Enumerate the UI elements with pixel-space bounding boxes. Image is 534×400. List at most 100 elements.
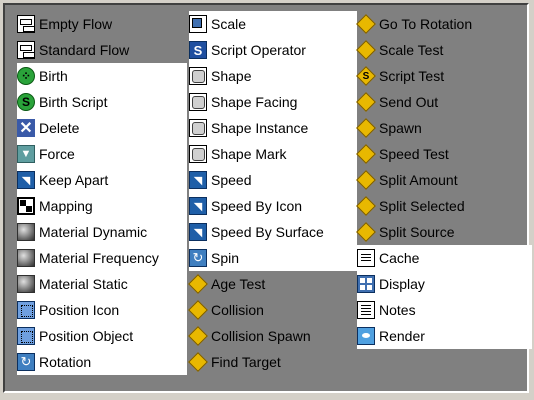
list-item-shape-facing[interactable]: Shape Facing bbox=[189, 89, 357, 115]
spin-icon: ↻ bbox=[189, 249, 207, 267]
list-item-delete[interactable]: ✕ Delete bbox=[17, 115, 187, 141]
list-item-label: Rotation bbox=[39, 354, 92, 370]
list-item-script-test[interactable]: S Script Test bbox=[356, 63, 532, 89]
list-item-label: Spawn bbox=[379, 120, 422, 136]
list-item-label: Shape Instance bbox=[211, 120, 309, 136]
list-item-split-amount[interactable]: Split Amount bbox=[356, 167, 532, 193]
speed-icon: ◥ bbox=[189, 171, 207, 189]
list-item-material-static[interactable]: Material Static bbox=[17, 271, 187, 297]
list-item-scale[interactable]: Scale bbox=[189, 11, 357, 37]
list-item-notes[interactable]: Notes bbox=[357, 297, 532, 323]
list-item-label: Send Out bbox=[379, 94, 439, 110]
list-item-speed[interactable]: ◥ Speed bbox=[189, 167, 357, 193]
spawn-icon bbox=[356, 118, 376, 138]
list-item-display[interactable]: Display bbox=[357, 271, 532, 297]
material-frequency-icon bbox=[17, 249, 35, 267]
column-2: Scale S Script Operator Shape Shape Facing Sh… bbox=[188, 11, 357, 375]
material-static-icon bbox=[17, 275, 35, 293]
list-item-label: Go To Rotation bbox=[379, 16, 473, 32]
list-item-speed-by-surface[interactable]: ◥ Speed By Surface bbox=[189, 219, 357, 245]
cache-icon bbox=[357, 249, 375, 267]
speed-test-icon bbox=[356, 144, 376, 164]
list-item-collision[interactable]: Collision bbox=[188, 297, 357, 323]
split-selected-icon bbox=[356, 196, 376, 216]
list-item-material-frequency[interactable]: Material Frequency bbox=[17, 245, 187, 271]
list-item-render[interactable]: Render bbox=[357, 323, 532, 349]
list-item-label: Age Test bbox=[211, 276, 266, 292]
list-item-birth[interactable]: ⁘ Birth bbox=[17, 63, 187, 89]
script-operator-icon: S bbox=[189, 41, 207, 59]
list-item-script-operator[interactable]: S Script Operator bbox=[189, 37, 357, 63]
list-item-collision-spawn[interactable]: Collision Spawn bbox=[188, 323, 357, 349]
list-item-scale-test[interactable]: Scale Test bbox=[356, 37, 532, 63]
list-item-label: Notes bbox=[379, 302, 416, 318]
list-item-empty-flow[interactable]: Empty Flow bbox=[17, 11, 187, 37]
column-3: Go To Rotation Scale Test S Script Test Send… bbox=[356, 11, 532, 349]
list-item-label: Material Frequency bbox=[39, 250, 159, 266]
speed-by-icon-icon: ◥ bbox=[189, 197, 207, 215]
mapping-icon bbox=[17, 197, 35, 215]
list-item-spawn[interactable]: Spawn bbox=[356, 115, 532, 141]
list-item-shape-instance[interactable]: Shape Instance bbox=[189, 115, 357, 141]
list-item-label: Spin bbox=[211, 250, 240, 266]
list-item-label: Speed By Surface bbox=[211, 224, 324, 240]
shape-icon bbox=[189, 67, 207, 85]
split-amount-icon bbox=[356, 170, 376, 190]
list-item-label: Script Test bbox=[379, 68, 445, 84]
list-item-label: Split Source bbox=[379, 224, 455, 240]
list-item-label: Material Dynamic bbox=[39, 224, 148, 240]
list-item-send-out[interactable]: Send Out bbox=[356, 89, 532, 115]
script-test-icon: S bbox=[356, 66, 376, 86]
notes-icon bbox=[357, 301, 375, 319]
list-item-spin[interactable]: ↻ Spin bbox=[189, 245, 357, 271]
list-item-go-to-rotation[interactable]: Go To Rotation bbox=[356, 11, 532, 37]
list-item-cache[interactable]: Cache bbox=[357, 245, 532, 271]
list-item-label: Split Amount bbox=[379, 172, 458, 188]
list-item-standard-flow[interactable]: Standard Flow bbox=[17, 37, 187, 63]
force-icon: ▼ bbox=[17, 145, 35, 163]
list-item-age-test[interactable]: Age Test bbox=[188, 271, 357, 297]
list-item-speed-test[interactable]: Speed Test bbox=[356, 141, 532, 167]
list-item-keep-apart[interactable]: ◥ Keep Apart bbox=[17, 167, 187, 193]
list-item-label: Scale Test bbox=[379, 42, 444, 58]
list-item-label: Render bbox=[379, 328, 425, 344]
list-item-birth-script[interactable]: S Birth Script bbox=[17, 89, 187, 115]
list-item-shape-mark[interactable]: Shape Mark bbox=[189, 141, 357, 167]
list-item-position-icon[interactable]: Position Icon bbox=[17, 297, 187, 323]
list-item-label: Mapping bbox=[39, 198, 93, 214]
list-item-mapping[interactable]: Mapping bbox=[17, 193, 187, 219]
list-item-find-target[interactable]: Find Target bbox=[188, 349, 357, 375]
keep-apart-icon: ◥ bbox=[17, 171, 35, 189]
list-item-split-selected[interactable]: Split Selected bbox=[356, 193, 532, 219]
list-item-label: Shape Mark bbox=[211, 146, 287, 162]
list-item-label: Speed Test bbox=[379, 146, 449, 162]
age-test-icon bbox=[188, 274, 208, 294]
list-item-label: Split Selected bbox=[379, 198, 465, 214]
list-item-rotation[interactable]: ↻ Rotation bbox=[17, 349, 187, 375]
send-out-icon bbox=[356, 92, 376, 112]
scale-icon bbox=[189, 15, 207, 33]
list-item-label: Speed By Icon bbox=[211, 198, 303, 214]
list-item-material-dynamic[interactable]: Material Dynamic bbox=[17, 219, 187, 245]
list-item-label: Position Icon bbox=[39, 302, 120, 318]
speed-by-surface-icon: ◥ bbox=[189, 223, 207, 241]
list-item-position-object[interactable]: Position Object bbox=[17, 323, 187, 349]
go-to-rotation-icon bbox=[356, 14, 376, 34]
list-item-label: Delete bbox=[39, 120, 80, 136]
list-item-force[interactable]: ▼ Force bbox=[17, 141, 187, 167]
list-item-label: Position Object bbox=[39, 328, 134, 344]
list-item-label: Shape Facing bbox=[211, 94, 298, 110]
list-item-label: Birth Script bbox=[39, 94, 108, 110]
list-item-label: Script Operator bbox=[211, 42, 306, 58]
list-item-label: Material Static bbox=[39, 276, 128, 292]
list-item-split-source[interactable]: Split Source bbox=[356, 219, 532, 245]
material-dynamic-icon bbox=[17, 223, 35, 241]
list-item-label: Scale bbox=[211, 16, 247, 32]
list-item-shape[interactable]: Shape bbox=[189, 63, 357, 89]
list-item-label: Cache bbox=[379, 250, 420, 266]
list-item-speed-by-icon[interactable]: ◥ Speed By Icon bbox=[189, 193, 357, 219]
position-object-icon bbox=[17, 327, 35, 345]
list-item-label: Shape bbox=[211, 68, 252, 84]
list-item-label: Birth bbox=[39, 68, 68, 84]
list-item-label: Collision Spawn bbox=[211, 328, 311, 344]
